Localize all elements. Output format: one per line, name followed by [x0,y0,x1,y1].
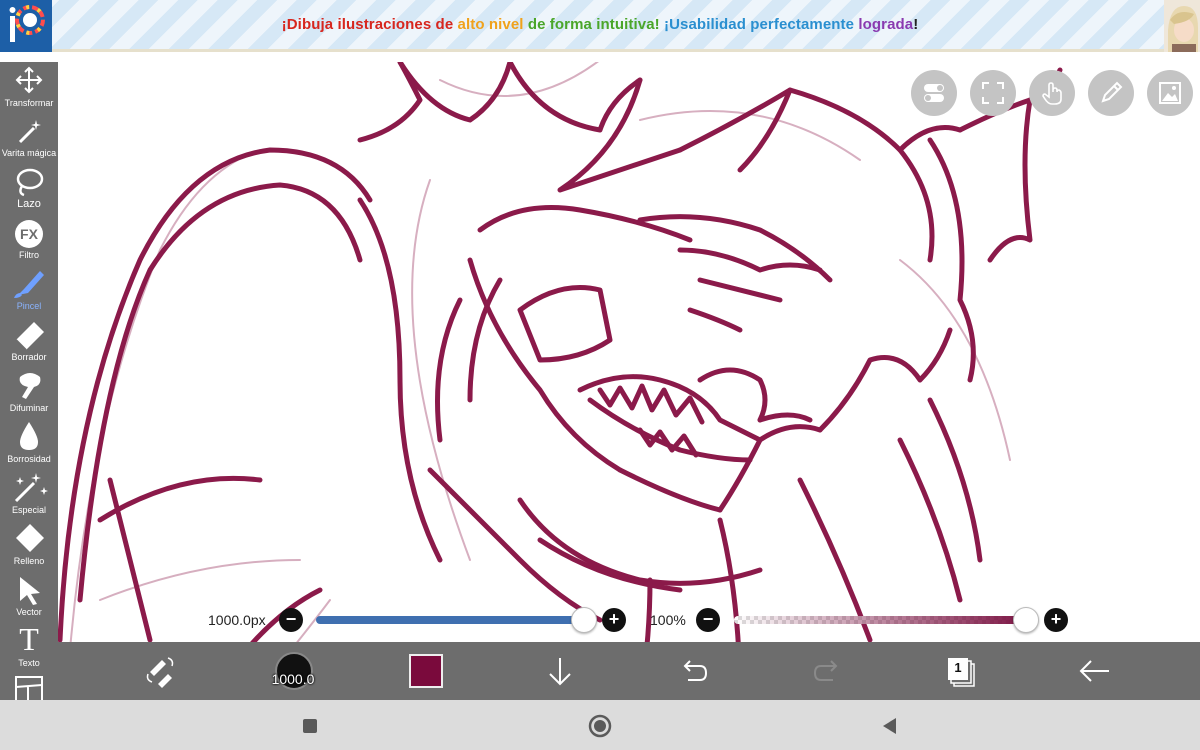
line-art-drawing [58,62,1063,700]
drawing-canvas[interactable] [58,62,1200,700]
banner-seg-6: ! [913,16,919,33]
tool-label: Pincel [16,301,42,311]
layers-button[interactable]: 1 [928,642,992,700]
tool-text[interactable]: T Texto [0,622,58,672]
system-back-button[interactable] [876,712,904,740]
toggle-icon [924,84,944,102]
banner-seg-3: de forma intuitiva! [527,16,665,33]
arrow-down-icon [549,658,571,686]
tool-label: Texto [18,658,40,668]
opacity-track[interactable] [734,616,1034,624]
tool-transform[interactable]: Transformar [0,62,58,112]
brush-icon [0,267,58,299]
text-icon: T [0,621,58,657]
back-button[interactable] [1063,642,1127,700]
material-button[interactable] [1147,70,1193,116]
opacity-knob[interactable] [1013,607,1039,633]
recent-apps-button[interactable] [296,712,324,740]
fullscreen-icon [982,82,1004,104]
ruler-button[interactable] [1088,70,1134,116]
brush-size-button[interactable]: 1000.0 [261,642,325,700]
tool-fill[interactable]: Relleno [0,520,58,570]
tool-label: Varita mágica [1,148,57,158]
layer-count: 1 [954,660,962,675]
opacity-decrease-button[interactable]: − [696,608,720,632]
fullscreen-button[interactable] [970,70,1016,116]
app-window: ¡Dibuja ilustraciones de alto nivel de f… [0,0,1200,750]
banner-seg-1: ¡Dibuja ilustraciones de [281,16,458,33]
frame-divider-icon [0,675,58,700]
tool-vector[interactable]: Vector [0,571,58,621]
special-brush-icon [0,471,58,503]
banner-seg-4: ¡Usabilidad perfectamente [664,16,859,33]
tool-label: Especial [11,505,47,515]
tool-filter[interactable]: FX Filtro [0,214,58,264]
brush-swap-button[interactable] [128,642,192,700]
tool-label: Difuminar [9,403,49,413]
fx-icon-text: FX [15,220,43,248]
square-icon [303,719,317,733]
opacity-increase-button[interactable]: + [1044,608,1068,632]
fx-icon: FX [0,216,58,248]
color-picker-button[interactable] [394,642,458,700]
fill-bucket-icon [0,522,58,554]
tool-frame-divider[interactable] [0,673,58,700]
brush-size-knob[interactable] [571,607,597,633]
hand-tap-icon [1042,82,1062,105]
magic-wand-icon [0,114,58,146]
tool-label: Borrosidad [7,454,51,464]
undo-icon [683,660,708,681]
lasso-icon [0,165,58,197]
tool-blur[interactable]: Borrosidad [0,418,58,468]
eraser-icon [0,318,58,351]
text-icon-glyph: T [19,621,39,657]
tool-label: Filtro [19,250,39,260]
tool-label: Borrador [11,352,47,362]
current-color-swatch [409,654,443,688]
opacity-value: 100% [650,612,686,628]
move-icon [0,64,58,96]
tool-label: Vector [16,607,42,617]
toggle-settings-button[interactable] [911,70,957,116]
redo-icon [813,660,838,681]
brush-size-value: 1000.0px [208,612,266,628]
triangle-back-icon [883,718,896,734]
tool-special[interactable]: Especial [0,469,58,519]
blur-drop-icon [0,420,58,452]
tool-brush[interactable]: Pincel [0,265,58,315]
tool-label: Lazo [17,198,41,210]
tool-lasso[interactable]: Lazo [0,163,58,213]
tool-smudge[interactable]: Difuminar [0,367,58,417]
smudge-icon [0,369,58,401]
image-icon [1159,82,1181,104]
banner-seg-2: alto nivel [457,16,528,33]
brush-size-decrease-button[interactable]: − [279,608,303,632]
tool-magic-wand[interactable]: Varita mágica [0,112,58,162]
tool-palette: Transformar Varita mágica Lazo FX Filtro… [0,62,58,700]
banner-seg-5: lograda [858,16,914,33]
home-button[interactable] [586,712,614,740]
undo-button[interactable] [662,642,726,700]
pencil-ruler-icon [1101,81,1123,103]
redo-button[interactable] [795,642,859,700]
brush-eraser-swap-icon [146,657,174,688]
system-navigation-bar [0,700,1200,750]
ad-banner[interactable]: ¡Dibuja ilustraciones de alto nivel de f… [0,0,1200,52]
touch-gesture-button[interactable] [1029,70,1075,116]
arrow-left-icon [1079,660,1109,682]
brush-size-track[interactable] [316,616,586,624]
bottom-toolbar: 1000.0 1 [58,642,1200,700]
circle-home-icon [588,714,612,738]
tool-label: Relleno [13,556,45,566]
tool-eraser[interactable]: Borrador [0,316,58,366]
brush-size-label: 1000.0 [271,671,315,687]
vector-arrow-icon [0,573,58,605]
banner-character-avatar [1164,0,1200,52]
download-button[interactable] [528,642,592,700]
brush-size-increase-button[interactable]: + [602,608,626,632]
banner-headline: ¡Dibuja ilustraciones de alto nivel de f… [0,16,1200,33]
tool-label: Transformar [4,98,54,108]
